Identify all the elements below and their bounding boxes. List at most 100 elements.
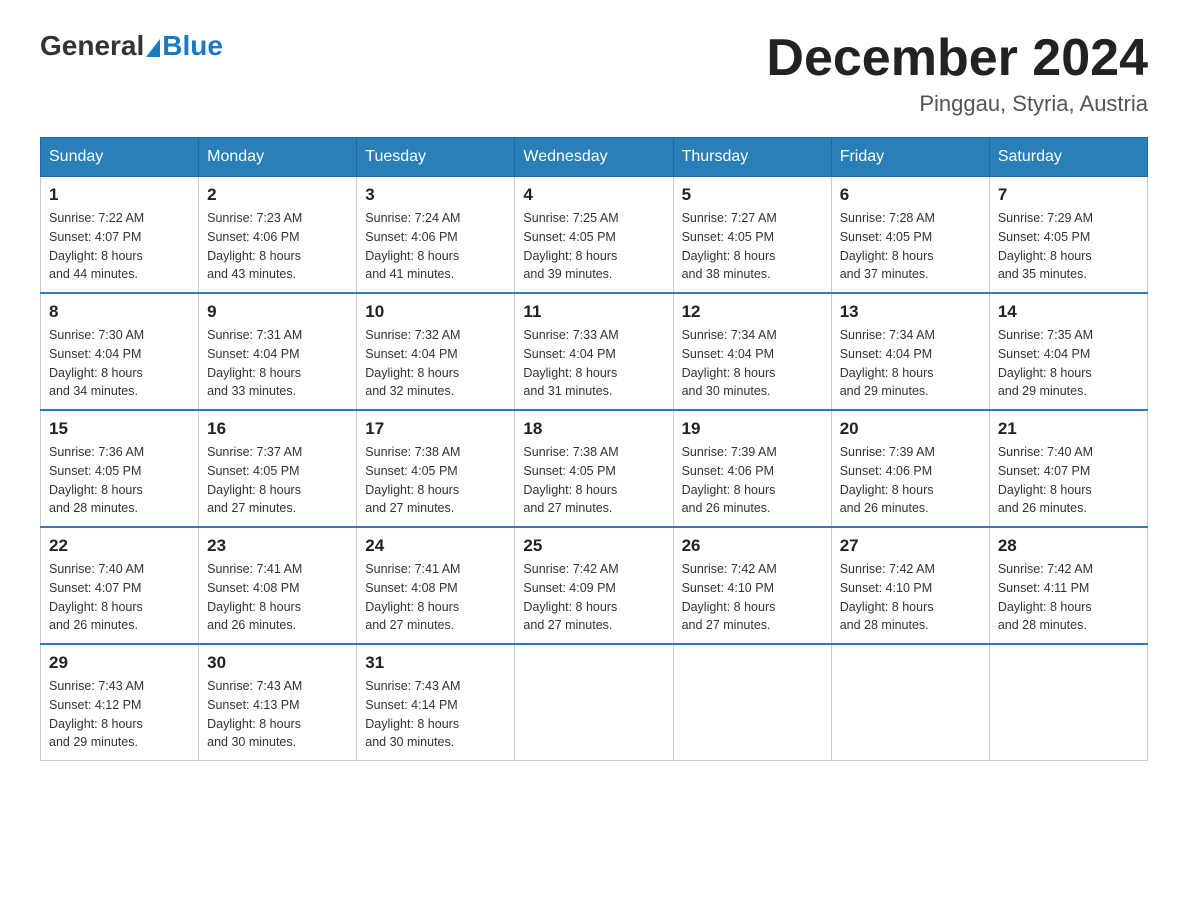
day-info: Sunrise: 7:34 AMSunset: 4:04 PMDaylight:… [682, 326, 823, 401]
day-info: Sunrise: 7:40 AMSunset: 4:07 PMDaylight:… [49, 560, 190, 635]
location-text: Pinggau, Styria, Austria [766, 91, 1148, 117]
header-friday: Friday [831, 138, 989, 177]
day-number: 30 [207, 653, 348, 673]
calendar-cell [831, 644, 989, 761]
day-number: 16 [207, 419, 348, 439]
calendar-cell [989, 644, 1147, 761]
calendar-cell: 29 Sunrise: 7:43 AMSunset: 4:12 PMDayligh… [41, 644, 199, 761]
day-info: Sunrise: 7:43 AMSunset: 4:12 PMDaylight:… [49, 677, 190, 752]
calendar-cell: 24Sunrise: 7:41 AMSunset: 4:08 PMDayligh… [357, 527, 515, 644]
day-number: 25 [523, 536, 664, 556]
day-number: 28 [998, 536, 1139, 556]
day-info: Sunrise: 7:39 AMSunset: 4:06 PMDaylight:… [840, 443, 981, 518]
day-number: 21 [998, 419, 1139, 439]
calendar-cell: 1Sunrise: 7:22 AMSunset: 4:07 PMDaylight… [41, 177, 199, 294]
calendar-week-row: 8 Sunrise: 7:30 AMSunset: 4:04 PMDaylight… [41, 293, 1148, 410]
day-number: 27 [840, 536, 981, 556]
day-info: Sunrise: 7:23 AMSunset: 4:06 PMDaylight:… [207, 209, 348, 284]
day-info: Sunrise: 7:42 AMSunset: 4:10 PMDaylight:… [682, 560, 823, 635]
day-info: Sunrise: 7:30 AMSunset: 4:04 PMDaylight:… [49, 326, 190, 401]
day-number: 18 [523, 419, 664, 439]
calendar-cell: 2 Sunrise: 7:23 AMSunset: 4:06 PMDaylight… [199, 177, 357, 294]
day-info: Sunrise: 7:42 AMSunset: 4:11 PMDaylight:… [998, 560, 1139, 635]
calendar-cell: 11 Sunrise: 7:33 AMSunset: 4:04 PMDayligh… [515, 293, 673, 410]
calendar-week-row: 1Sunrise: 7:22 AMSunset: 4:07 PMDaylight… [41, 177, 1148, 294]
day-number: 1 [49, 185, 190, 205]
day-info: Sunrise: 7:25 AMSunset: 4:05 PMDaylight:… [523, 209, 664, 284]
day-number: 6 [840, 185, 981, 205]
day-info: Sunrise: 7:43 AMSunset: 4:13 PMDaylight:… [207, 677, 348, 752]
day-info: Sunrise: 7:33 AMSunset: 4:04 PMDaylight:… [523, 326, 664, 401]
day-info: Sunrise: 7:39 AMSunset: 4:06 PMDaylight:… [682, 443, 823, 518]
calendar-cell: 26Sunrise: 7:42 AMSunset: 4:10 PMDayligh… [673, 527, 831, 644]
calendar-cell: 31 Sunrise: 7:43 AMSunset: 4:14 PMDayligh… [357, 644, 515, 761]
calendar-cell: 3Sunrise: 7:24 AMSunset: 4:06 PMDaylight… [357, 177, 515, 294]
logo-blue-text: Blue [162, 30, 223, 62]
day-number: 2 [207, 185, 348, 205]
calendar-cell: 16 Sunrise: 7:37 AMSunset: 4:05 PMDayligh… [199, 410, 357, 527]
calendar-cell: 21 Sunrise: 7:40 AMSunset: 4:07 PMDayligh… [989, 410, 1147, 527]
day-info: Sunrise: 7:43 AMSunset: 4:14 PMDaylight:… [365, 677, 506, 752]
calendar-cell: 14 Sunrise: 7:35 AMSunset: 4:04 PMDayligh… [989, 293, 1147, 410]
calendar-week-row: 29 Sunrise: 7:43 AMSunset: 4:12 PMDayligh… [41, 644, 1148, 761]
day-info: Sunrise: 7:34 AMSunset: 4:04 PMDaylight:… [840, 326, 981, 401]
calendar-cell: 18Sunrise: 7:38 AMSunset: 4:05 PMDayligh… [515, 410, 673, 527]
day-info: Sunrise: 7:40 AMSunset: 4:07 PMDaylight:… [998, 443, 1139, 518]
day-number: 11 [523, 302, 664, 322]
day-number: 23 [207, 536, 348, 556]
day-info: Sunrise: 7:41 AMSunset: 4:08 PMDaylight:… [207, 560, 348, 635]
header-monday: Monday [199, 138, 357, 177]
calendar-cell: 6Sunrise: 7:28 AMSunset: 4:05 PMDaylight… [831, 177, 989, 294]
calendar-cell [515, 644, 673, 761]
day-info: Sunrise: 7:37 AMSunset: 4:05 PMDaylight:… [207, 443, 348, 518]
calendar-cell: 25 Sunrise: 7:42 AMSunset: 4:09 PMDayligh… [515, 527, 673, 644]
header-wednesday: Wednesday [515, 138, 673, 177]
day-number: 3 [365, 185, 506, 205]
day-info: Sunrise: 7:35 AMSunset: 4:04 PMDaylight:… [998, 326, 1139, 401]
day-number: 10 [365, 302, 506, 322]
day-number: 13 [840, 302, 981, 322]
header-saturday: Saturday [989, 138, 1147, 177]
day-number: 24 [365, 536, 506, 556]
page-header: General Blue December 2024 Pinggau, Styr… [40, 30, 1148, 117]
day-info: Sunrise: 7:32 AMSunset: 4:04 PMDaylight:… [365, 326, 506, 401]
calendar-cell: 8 Sunrise: 7:30 AMSunset: 4:04 PMDaylight… [41, 293, 199, 410]
day-number: 17 [365, 419, 506, 439]
calendar-cell: 19 Sunrise: 7:39 AMSunset: 4:06 PMDayligh… [673, 410, 831, 527]
day-number: 4 [523, 185, 664, 205]
calendar-cell: 30 Sunrise: 7:43 AMSunset: 4:13 PMDayligh… [199, 644, 357, 761]
calendar-cell: 17 Sunrise: 7:38 AMSunset: 4:05 PMDayligh… [357, 410, 515, 527]
day-number: 5 [682, 185, 823, 205]
day-number: 14 [998, 302, 1139, 322]
header-tuesday: Tuesday [357, 138, 515, 177]
calendar-cell: 13 Sunrise: 7:34 AMSunset: 4:04 PMDayligh… [831, 293, 989, 410]
header-thursday: Thursday [673, 138, 831, 177]
header-sunday: Sunday [41, 138, 199, 177]
day-info: Sunrise: 7:42 AMSunset: 4:09 PMDaylight:… [523, 560, 664, 635]
calendar-cell: 22 Sunrise: 7:40 AMSunset: 4:07 PMDayligh… [41, 527, 199, 644]
day-number: 22 [49, 536, 190, 556]
calendar-cell: 5Sunrise: 7:27 AMSunset: 4:05 PMDaylight… [673, 177, 831, 294]
day-number: 7 [998, 185, 1139, 205]
day-number: 20 [840, 419, 981, 439]
calendar-cell: 27 Sunrise: 7:42 AMSunset: 4:10 PMDayligh… [831, 527, 989, 644]
calendar-cell: 9Sunrise: 7:31 AMSunset: 4:04 PMDaylight… [199, 293, 357, 410]
day-number: 8 [49, 302, 190, 322]
logo: General Blue [40, 30, 223, 62]
calendar-week-row: 22 Sunrise: 7:40 AMSunset: 4:07 PMDayligh… [41, 527, 1148, 644]
day-info: Sunrise: 7:36 AMSunset: 4:05 PMDaylight:… [49, 443, 190, 518]
calendar-cell: 20 Sunrise: 7:39 AMSunset: 4:06 PMDayligh… [831, 410, 989, 527]
calendar-cell: 15 Sunrise: 7:36 AMSunset: 4:05 PMDayligh… [41, 410, 199, 527]
day-number: 31 [365, 653, 506, 673]
day-info: Sunrise: 7:42 AMSunset: 4:10 PMDaylight:… [840, 560, 981, 635]
day-number: 15 [49, 419, 190, 439]
day-info: Sunrise: 7:31 AMSunset: 4:04 PMDaylight:… [207, 326, 348, 401]
logo-general-text: General [40, 30, 144, 62]
month-title: December 2024 [766, 30, 1148, 87]
day-info: Sunrise: 7:38 AMSunset: 4:05 PMDaylight:… [365, 443, 506, 518]
day-number: 12 [682, 302, 823, 322]
calendar-week-row: 15 Sunrise: 7:36 AMSunset: 4:05 PMDayligh… [41, 410, 1148, 527]
day-number: 19 [682, 419, 823, 439]
calendar-cell: 23 Sunrise: 7:41 AMSunset: 4:08 PMDayligh… [199, 527, 357, 644]
day-number: 29 [49, 653, 190, 673]
